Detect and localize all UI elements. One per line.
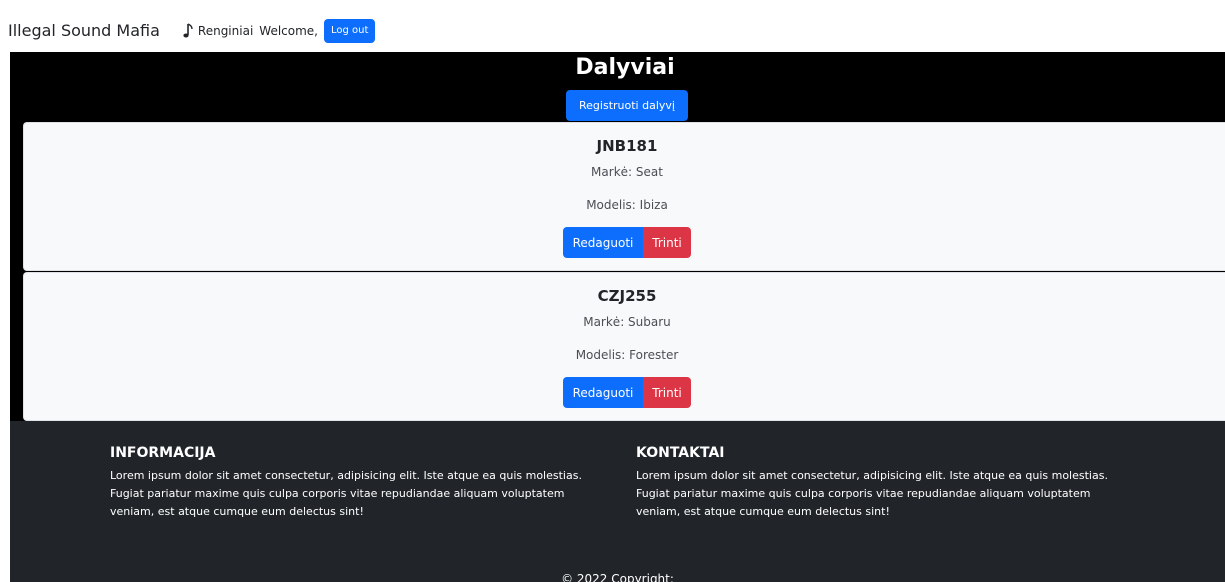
- register-participant-button[interactable]: Registruoti dalyvį: [566, 90, 688, 121]
- music-note-icon: [182, 22, 194, 39]
- page: Illegal Sound Mafia Renginiai Welcome, L…: [0, 0, 1225, 582]
- brand-link[interactable]: Illegal Sound Mafia: [8, 21, 160, 40]
- card-actions: Redaguoti Trinti: [563, 377, 691, 408]
- participant-brand: Markė: Seat: [591, 165, 663, 179]
- participant-model: Modelis: Forester: [575, 348, 679, 362]
- card-actions: Redaguoti Trinti: [563, 227, 691, 258]
- participant-card: JNB181 Markė: Seat Modelis: Ibiza Redagu…: [23, 122, 1225, 271]
- welcome-text: Welcome,: [259, 23, 318, 38]
- footer-contacts-text: Lorem ipsum dolor sit amet consectetur, …: [636, 469, 1108, 518]
- participant-plate: JNB181: [596, 137, 658, 155]
- footer-info-text: Lorem ipsum dolor sit amet consectetur, …: [110, 469, 582, 518]
- participant-brand: Markė: Subaru: [583, 315, 671, 329]
- edit-button[interactable]: Redaguoti: [563, 227, 643, 258]
- footer-contacts-section: KONTAKTAI Lorem ipsum dolor sit amet con…: [636, 445, 1136, 521]
- delete-button[interactable]: Trinti: [643, 377, 691, 408]
- edit-button[interactable]: Redaguoti: [563, 377, 643, 408]
- delete-button[interactable]: Trinti: [643, 227, 691, 258]
- copyright-text: © 2022 Copyright:: [561, 572, 674, 582]
- participant-plate: CZJ255: [597, 287, 657, 305]
- nav-events-label: Renginiai: [197, 23, 254, 38]
- nav-events-link[interactable]: Renginiai: [182, 22, 254, 39]
- logout-button[interactable]: Log out: [324, 18, 376, 43]
- footer-contacts-heading: KONTAKTAI: [636, 445, 725, 461]
- page-title: Dalyviai: [575, 55, 675, 80]
- footer-info-section: INFORMACIJA Lorem ipsum dolor sit amet c…: [110, 445, 610, 521]
- footer-info-heading: INFORMACIJA: [110, 445, 216, 461]
- participant-model: Modelis: Ibiza: [586, 198, 668, 212]
- navbar: Illegal Sound Mafia Renginiai Welcome, L…: [0, 9, 1225, 52]
- participant-card: CZJ255 Markė: Subaru Modelis: Forester R…: [23, 272, 1225, 421]
- footer: INFORMACIJA Lorem ipsum dolor sit amet c…: [10, 421, 1225, 582]
